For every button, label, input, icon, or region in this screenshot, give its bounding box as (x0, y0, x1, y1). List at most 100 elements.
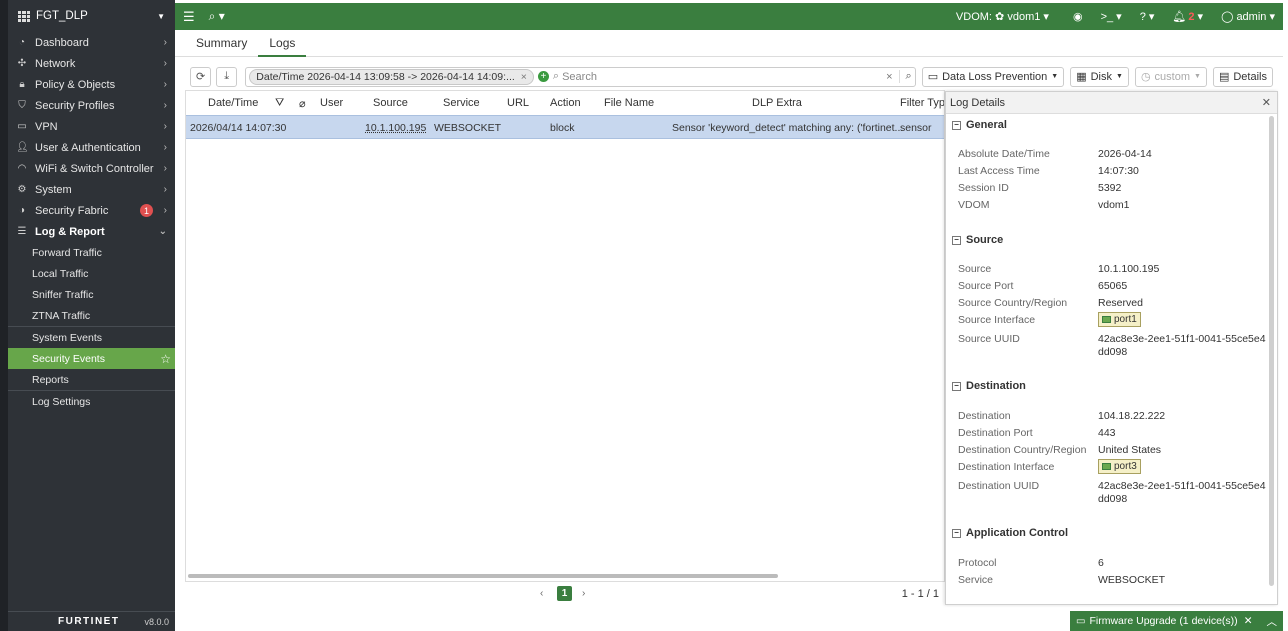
detail-value: 10.1.100.195 (1098, 263, 1160, 275)
cli-console-icon[interactable]: >_ ▾ (1101, 10, 1122, 23)
log-type-dropdown[interactable]: ▭ Data Loss Prevention ▼ (921, 66, 1065, 87)
col-datetime[interactable]: Date/Time (208, 97, 258, 109)
filter-icon[interactable]: ⛛ (275, 97, 284, 110)
shield-icon: ⛉ (18, 100, 26, 111)
details-button[interactable]: ▤ Details (1212, 66, 1273, 87)
next-page-icon[interactable]: › (582, 588, 585, 599)
section-source[interactable]: − Source (952, 234, 1003, 246)
detail-value: 2026-04-14 (1098, 148, 1152, 160)
detail-value: 65065 (1098, 280, 1128, 292)
vdom-selector[interactable]: VDOM: ✿ vdom1 ▾ (956, 10, 1049, 23)
refresh-button[interactable]: ⟳ (190, 66, 212, 87)
detail-value: 104.18.22.222 (1098, 410, 1166, 422)
remove-filter-icon[interactable]: × (521, 71, 527, 83)
sidebar-subitem-local-traffic[interactable]: Local Traffic (8, 263, 175, 284)
device-selector[interactable]: FGT_DLP ▼ (8, 0, 175, 32)
cell-source[interactable]: 10.1.100.195 (365, 122, 426, 134)
col-source[interactable]: Source (373, 97, 408, 109)
sidebar-subitem-forward-traffic[interactable]: Forward Traffic (8, 242, 175, 263)
prev-page-icon[interactable]: ‹ (540, 588, 543, 599)
sidebar-item-vpn[interactable]: ▭ VPN › (8, 116, 175, 137)
page-number[interactable]: 1 (557, 586, 572, 601)
hamburger-menu-icon[interactable]: ☰ (183, 9, 195, 25)
col-filename[interactable]: File Name (604, 97, 654, 109)
sidebar-item-label: Security Profiles (35, 99, 115, 112)
sidebar-subitem-reports[interactable]: Reports (8, 369, 175, 390)
chevron-right-icon: › (163, 142, 167, 153)
detail-key: Source Port (958, 280, 1014, 292)
search-submit-icon[interactable]: ⌕ (898, 70, 912, 83)
sidebar-subitem-label: Security Events (32, 352, 105, 365)
download-button[interactable]: ⤓ (216, 66, 238, 87)
col-user[interactable]: User (320, 97, 343, 109)
sidebar-item-dashboard[interactable]: ◔ Dashboard › (8, 32, 175, 53)
close-icon[interactable]: ✕ (1262, 96, 1271, 109)
section-title: Application Control (966, 527, 1069, 539)
sidebar-item-user-authentication[interactable]: 👤︎ User & Authentication › (8, 137, 175, 158)
search-icon[interactable]: ⌕ ▾ (209, 9, 225, 24)
table-header: Date/Time ⛛ ⌀ User Source Service URL Ac… (186, 91, 944, 115)
section-general[interactable]: − General (952, 119, 1007, 131)
sidebar-item-label: Log & Report (35, 225, 105, 238)
storage-dropdown[interactable]: ▦ Disk ▼ (1070, 66, 1129, 87)
col-service[interactable]: Service (443, 97, 480, 109)
close-icon[interactable]: ✕ (1244, 615, 1253, 627)
section-destination[interactable]: − Destination (952, 380, 1026, 392)
section-application-control[interactable]: − Application Control (952, 527, 1068, 539)
sidebar-subitem-sniffer-traffic[interactable]: Sniffer Traffic (8, 284, 175, 305)
sidebar-item-network[interactable]: ✣ Network › (8, 53, 175, 74)
table-row[interactable]: 2026/04/14 14:07:30 10.1.100.195 WEBSOCK… (186, 115, 944, 139)
sidebar-item-system[interactable]: ⚙ System › (8, 179, 175, 200)
horizontal-scrollbar[interactable] (188, 574, 778, 578)
chevron-up-icon[interactable]: ︿ (1267, 614, 1278, 629)
search-input[interactable]: Search (562, 71, 597, 83)
log-details-title: Log Details (950, 96, 1006, 109)
sidebar-subitem-ztna-traffic[interactable]: ZTNA Traffic (8, 305, 175, 326)
log-toolbar: ⟳ ⤓ Date/Time 2026-04-14 13:09:58 -> 202… (190, 66, 1273, 87)
sidebar-subitem-log-settings[interactable]: Log Settings (8, 390, 175, 412)
tab-bar: Summary Logs (175, 30, 1283, 57)
detail-value: 6 (1098, 557, 1104, 569)
log-details-panel: Log Details ✕ − General Absolute Date/Tim… (945, 91, 1278, 605)
col-action[interactable]: Action (550, 97, 581, 109)
sidebar-item-security-fabric[interactable]: ◑ Security Fabric 1 › (8, 200, 175, 221)
clear-icon[interactable]: × (886, 71, 892, 83)
notifications-button[interactable]: 🔔︎ 2 ▾ (1172, 10, 1203, 23)
chevron-right-icon: › (163, 58, 167, 69)
sidebar: FGT_DLP ▼ ◔ Dashboard › ✣ Network › 🔒︎ P… (0, 0, 175, 631)
fabric-status-icon[interactable]: ◉ (1073, 10, 1083, 23)
detail-value: WEBSOCKET (1098, 574, 1166, 586)
time-range-dropdown[interactable]: ◷ custom ▼ (1134, 66, 1207, 87)
sidebar-item-label: User & Authentication (35, 141, 141, 154)
version-label: v8.0.0 (144, 616, 169, 627)
sidebar-item-wifi-switch[interactable]: ◠ WiFi & Switch Controller › (8, 158, 175, 179)
tab-logs[interactable]: Logs (258, 30, 307, 57)
col-url[interactable]: URL (507, 97, 529, 109)
detail-value: United States (1098, 444, 1162, 456)
col-dlp-extra[interactable]: DLP Extra (752, 97, 802, 109)
col-filter-type[interactable]: Filter Type (900, 97, 944, 109)
sidebar-item-security-profiles[interactable]: ⛉ Security Profiles › (8, 95, 175, 116)
sidebar-subitem-security-events[interactable]: Security Events ☆ (8, 348, 175, 369)
sidebar-item-policy-objects[interactable]: 🔒︎ Policy & Objects › (8, 74, 175, 95)
user-menu[interactable]: ◯ admin ▾ (1221, 10, 1275, 23)
fabric-icon: ◑ (18, 205, 26, 216)
filter-chip-datetime[interactable]: Date/Time 2026-04-14 13:09:58 -> 2026-04… (249, 68, 534, 85)
sidebar-item-label: Security Fabric (35, 204, 109, 217)
sidebar-item-label: Network (35, 57, 76, 70)
device-name: FGT_DLP (36, 10, 88, 22)
fortigate-logo-icon (18, 10, 30, 22)
firmware-upgrade-bar[interactable]: ▭ Firmware Upgrade (1 device(s)) ✕ ︿ (1070, 611, 1283, 631)
sidebar-subitem-system-events[interactable]: System Events (8, 326, 175, 348)
sidebar-item-log-report[interactable]: ☰ Log & Report ⌄ (8, 221, 175, 242)
add-filter-icon[interactable]: + (537, 71, 549, 82)
section-title: Source (966, 234, 1004, 246)
detail-key: Destination Port (958, 427, 1033, 439)
tab-summary[interactable]: Summary (185, 30, 258, 57)
attachment-icon[interactable]: ⌀ (299, 97, 306, 110)
log-type-value: Data Loss Prevention (942, 70, 1048, 83)
help-icon[interactable]: ? ▾ (1140, 10, 1155, 23)
log-details-header: Log Details ✕ (946, 92, 1277, 114)
star-icon[interactable]: ☆ (160, 352, 171, 366)
detail-key: Destination (958, 410, 1011, 422)
